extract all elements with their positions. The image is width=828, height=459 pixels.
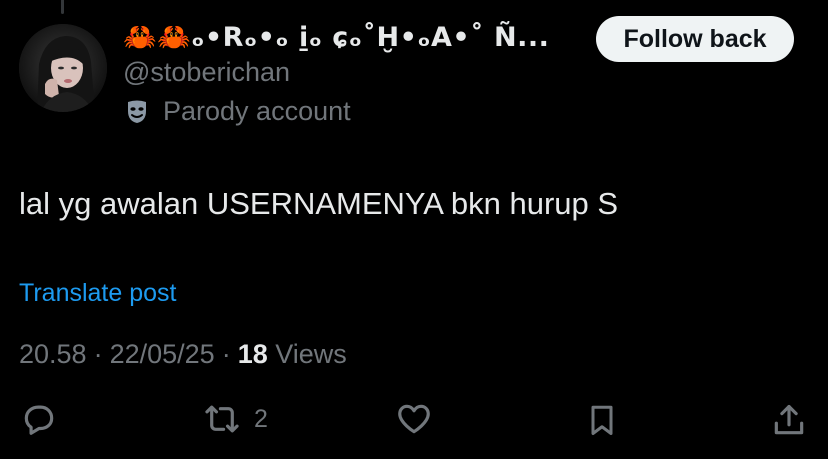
bookmark-icon xyxy=(584,400,620,440)
views-count[interactable]: 18 xyxy=(238,339,268,369)
thread-line xyxy=(61,0,64,14)
reply-button[interactable] xyxy=(20,400,58,438)
parody-label: Parody account xyxy=(123,95,583,127)
translate-post-link[interactable]: Translate post xyxy=(19,277,176,309)
bookmark-button[interactable] xyxy=(584,400,620,440)
repost-count: 2 xyxy=(254,404,268,433)
meta-separator: · xyxy=(93,339,103,369)
parody-label-text: Parody account xyxy=(163,96,351,126)
post-date[interactable]: 22/05/25 xyxy=(110,339,215,369)
author-handle[interactable]: @stoberichan xyxy=(123,56,583,88)
share-button[interactable] xyxy=(770,400,808,440)
post-header: 🦀🦀ₒ•Rₒ•ₒ i̱ₒ ɕₒ˚Ḫ•ₒA•˚ Ñ... @stoberichan… xyxy=(123,18,583,127)
crab-emoji: 🦀🦀 xyxy=(123,22,192,53)
post-meta: 20.58 · 22/05/25 · 18 Views xyxy=(19,337,347,371)
follow-back-button[interactable]: Follow back xyxy=(596,16,794,62)
heart-icon xyxy=(395,400,433,438)
repost-icon xyxy=(202,400,242,438)
author-display-name[interactable]: 🦀🦀ₒ•Rₒ•ₒ i̱ₒ ɕₒ˚Ḫ•ₒA•˚ Ñ... xyxy=(123,18,583,58)
author-display-name-text: ₒ•Rₒ•ₒ i̱ₒ ɕₒ˚Ḫ•ₒA•˚ Ñ... xyxy=(191,22,550,53)
post-time[interactable]: 20.58 xyxy=(19,339,87,369)
share-icon xyxy=(770,400,808,440)
repost-button[interactable]: 2 xyxy=(202,400,268,438)
action-bar: 2 xyxy=(0,398,828,444)
post-text: lal yg awalan USERNAMENYA bkn hurup S xyxy=(19,186,619,221)
mask-icon xyxy=(123,97,151,125)
like-button[interactable] xyxy=(395,400,433,438)
post-card: 🦀🦀ₒ•Rₒ•ₒ i̱ₒ ɕₒ˚Ḫ•ₒA•˚ Ñ... @stoberichan… xyxy=(0,0,828,459)
reply-icon xyxy=(20,400,58,438)
meta-separator: · xyxy=(221,339,231,369)
views-label[interactable]: Views xyxy=(275,339,347,369)
avatar[interactable] xyxy=(19,24,107,112)
